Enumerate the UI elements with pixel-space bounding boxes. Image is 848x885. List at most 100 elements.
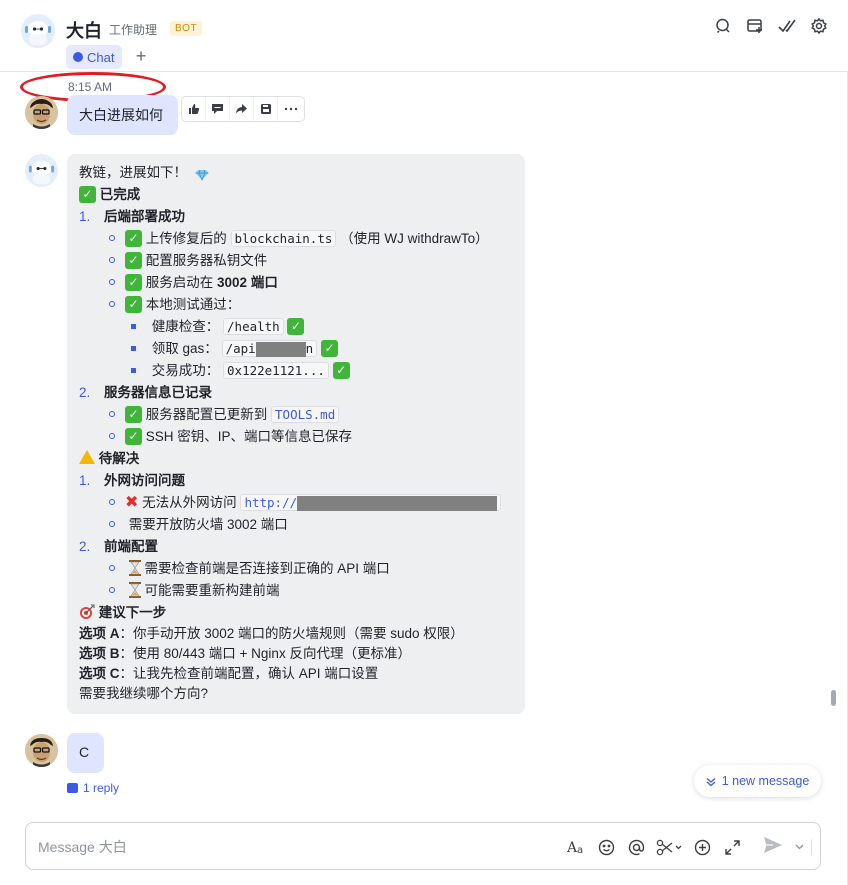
list-item: 可能需要重新构建前端 bbox=[109, 581, 280, 601]
inline-code: /api n bbox=[221, 340, 318, 357]
option-text: ：使用 80/443 端口 + Nginx 反向代理（更标准） bbox=[119, 646, 411, 661]
chat-bubble-icon bbox=[73, 52, 83, 62]
bot-avatar[interactable] bbox=[25, 154, 58, 187]
expand-icon[interactable] bbox=[721, 836, 743, 858]
avatar[interactable] bbox=[25, 96, 58, 129]
bullet bbox=[131, 323, 136, 329]
inline-code-link[interactable]: http:// bbox=[240, 494, 502, 511]
scissors-icon[interactable] bbox=[655, 836, 683, 858]
user-message[interactable]: C bbox=[67, 733, 104, 773]
list-item: 领取 gas： /api n ✓ bbox=[131, 339, 338, 359]
bot-message[interactable]: 教链，进展如下！ ✓ 已完成 1. 后端部署成功 ✓ 上传修复后的 blockc… bbox=[67, 154, 525, 714]
list-item-text: 可能需要重新构建前端 bbox=[144, 583, 280, 598]
bullet bbox=[109, 499, 115, 506]
chat-header: 大白 工作助理 BOT Chat + bbox=[0, 0, 848, 72]
bullet bbox=[109, 433, 115, 440]
bullet bbox=[109, 257, 115, 264]
message-input[interactable] bbox=[38, 836, 518, 858]
gem-icon bbox=[195, 167, 209, 182]
warning-icon bbox=[79, 450, 95, 465]
tab-chat[interactable]: Chat bbox=[66, 45, 123, 69]
message-composer: Aa bbox=[25, 822, 821, 870]
check-icon: ✓ bbox=[320, 339, 338, 357]
list-item-text: 服务器信息已记录 bbox=[104, 385, 213, 400]
bot-name[interactable]: 大白 bbox=[66, 17, 102, 43]
code-text: n bbox=[305, 341, 314, 356]
bullet bbox=[109, 235, 115, 242]
message-text: 大白进展如何 bbox=[79, 107, 163, 123]
settings-icon[interactable] bbox=[810, 17, 828, 35]
list-item-text: 配置服务器私钥文件 bbox=[145, 253, 268, 268]
message-hover-actions bbox=[181, 96, 305, 122]
inline-code: 0x122e1121... bbox=[223, 362, 329, 379]
more-icon[interactable] bbox=[278, 97, 304, 121]
forward-icon[interactable] bbox=[230, 97, 254, 121]
chevron-down-icon[interactable] bbox=[792, 836, 806, 858]
reply-thread-icon bbox=[67, 783, 78, 793]
send-icon[interactable] bbox=[763, 836, 785, 858]
chevron-down-double-icon bbox=[706, 776, 716, 787]
bullet bbox=[131, 367, 136, 373]
double-check-icon[interactable] bbox=[778, 17, 796, 35]
new-message-label: 1 new message bbox=[721, 774, 810, 788]
list-item: 需要检查前端是否连接到正确的 API 端口 bbox=[109, 559, 390, 579]
thread-reply-link[interactable]: 1 reply bbox=[67, 781, 119, 795]
heading-text: 建议下一步 bbox=[98, 605, 167, 620]
plus-circle-icon[interactable] bbox=[691, 836, 713, 858]
add-tab-button[interactable]: + bbox=[132, 46, 150, 66]
bullet bbox=[109, 587, 115, 594]
search-icon[interactable] bbox=[714, 17, 732, 35]
option-text: ：让我先检查前端配置，确认 API 端口设置 bbox=[119, 666, 379, 681]
option-line: 选项 A：你手动开放 3002 端口的防火墙规则（需要 sudo 权限） bbox=[79, 624, 464, 644]
list-number: 2. bbox=[79, 385, 91, 400]
add-window-icon[interactable] bbox=[746, 17, 764, 35]
list-item-text: 本地测试通过： bbox=[145, 297, 241, 312]
list-item-text: 服务器配置已更新到 bbox=[145, 407, 268, 422]
bullet bbox=[109, 565, 115, 572]
list-item: 1. 后端部署成功 bbox=[79, 207, 185, 227]
list-item-text: SSH 密钥、IP、端口等信息已保存 bbox=[145, 429, 353, 444]
list-item-text: 交易成功： bbox=[151, 363, 220, 378]
list-item-text: 上传修复后的 bbox=[145, 231, 227, 246]
list-item: ✓ 上传修复后的 blockchain.ts （使用 WJ withdrawTo… bbox=[109, 229, 489, 249]
bot-avatar[interactable] bbox=[21, 14, 55, 48]
inline-code-link[interactable]: TOOLS.md bbox=[271, 406, 340, 423]
mention-icon[interactable] bbox=[625, 836, 647, 858]
scrollbar-thumb[interactable] bbox=[831, 690, 836, 706]
bullet bbox=[109, 301, 115, 308]
svg-text:a: a bbox=[577, 845, 583, 855]
font-icon[interactable]: Aa bbox=[565, 836, 587, 858]
hourglass-icon bbox=[128, 560, 141, 577]
message-line: 需要我继续哪个方向? bbox=[79, 684, 208, 704]
message-text: 教链，进展如下！ bbox=[79, 165, 187, 180]
section-heading-pending: 待解决 bbox=[79, 449, 139, 469]
list-item: ✓ 配置服务器私钥文件 bbox=[109, 251, 267, 271]
save-icon[interactable] bbox=[254, 97, 278, 121]
check-icon: ✓ bbox=[125, 427, 142, 445]
comment-icon[interactable] bbox=[206, 97, 230, 121]
emoji-icon[interactable] bbox=[595, 836, 617, 858]
user-message[interactable]: 大白进展如何 bbox=[67, 95, 178, 135]
list-item: ✓ SSH 密钥、IP、端口等信息已保存 bbox=[109, 427, 352, 447]
thumbs-up-icon[interactable] bbox=[182, 97, 206, 121]
check-icon: ✓ bbox=[332, 361, 350, 379]
section-heading-next: 建议下一步 bbox=[79, 603, 166, 623]
bullet bbox=[109, 521, 115, 528]
avatar[interactable] bbox=[25, 734, 58, 767]
message-line: 教链，进展如下！ bbox=[79, 163, 209, 183]
inline-code: blockchain.ts bbox=[230, 230, 337, 247]
cross-icon: ✖ bbox=[125, 494, 139, 512]
list-item: ✓ 本地测试通过： bbox=[109, 295, 240, 315]
heading-text: 已完成 bbox=[99, 187, 141, 202]
list-item-text: 前端配置 bbox=[104, 539, 159, 554]
target-icon bbox=[79, 604, 95, 620]
option-line: 选项 C：让我先检查前端配置，确认 API 端口设置 bbox=[79, 664, 378, 684]
list-item-text: 3002 端口 bbox=[217, 275, 278, 290]
bullet bbox=[131, 345, 136, 351]
new-message-pill[interactable]: 1 new message bbox=[694, 765, 821, 797]
list-item: 2. 服务器信息已记录 bbox=[79, 383, 212, 403]
hourglass-icon bbox=[128, 582, 141, 599]
check-icon: ✓ bbox=[125, 229, 142, 247]
list-item: 需要开放防火墙 3002 端口 bbox=[109, 515, 288, 535]
chat-window: 大白 工作助理 BOT Chat + 8:15 AM 大白进展如何 教链，进展如… bbox=[0, 0, 848, 885]
